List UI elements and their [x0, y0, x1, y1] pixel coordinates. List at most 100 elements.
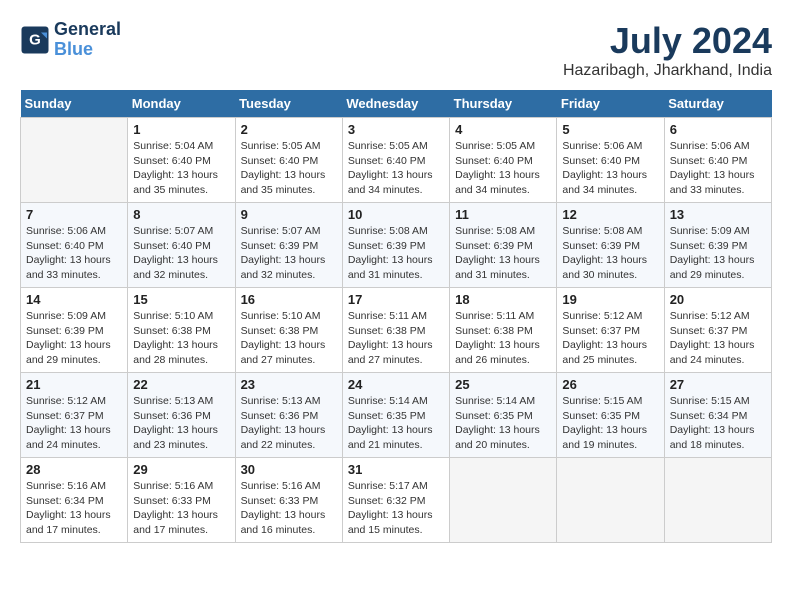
day-info: Sunrise: 5:07 AMSunset: 6:39 PMDaylight:…: [241, 224, 337, 283]
day-info: Sunrise: 5:16 AMSunset: 6:33 PMDaylight:…: [133, 479, 229, 538]
day-info: Sunrise: 5:11 AMSunset: 6:38 PMDaylight:…: [348, 309, 444, 368]
day-info: Sunrise: 5:07 AMSunset: 6:40 PMDaylight:…: [133, 224, 229, 283]
day-number: 24: [348, 377, 444, 392]
calendar-day-cell: 12 Sunrise: 5:08 AMSunset: 6:39 PMDayligh…: [557, 203, 664, 288]
day-number: 30: [241, 462, 337, 477]
day-number: 21: [26, 377, 122, 392]
weekday-header: Sunday: [21, 90, 128, 118]
calendar-day-cell: 23 Sunrise: 5:13 AMSunset: 6:36 PMDayligh…: [235, 373, 342, 458]
calendar-day-cell: 9Sunrise: 5:07 AMSunset: 6:39 PMDaylight…: [235, 203, 342, 288]
calendar-day-cell: 28Sunrise: 5:16 AMSunset: 6:34 PMDayligh…: [21, 458, 128, 543]
day-info: Sunrise: 5:12 AMSunset: 6:37 PMDaylight:…: [26, 394, 122, 453]
day-info: Sunrise: 5:14 AMSunset: 6:35 PMDaylight:…: [348, 394, 444, 453]
day-number: 7: [26, 207, 122, 222]
day-info: Sunrise: 5:13 AMSunset: 6:36 PMDaylight:…: [241, 394, 337, 453]
day-number: 2: [241, 122, 337, 137]
day-number: 10: [348, 207, 444, 222]
calendar-day-cell: 10Sunrise: 5:08 AMSunset: 6:39 PMDayligh…: [342, 203, 449, 288]
calendar-day-cell: 27 Sunrise: 5:15 AMSunset: 6:34 PMDayligh…: [664, 373, 771, 458]
day-info: Sunrise: 5:05 AMSunset: 6:40 PMDaylight:…: [455, 139, 551, 198]
calendar-day-cell: 26 Sunrise: 5:15 AMSunset: 6:35 PMDayligh…: [557, 373, 664, 458]
day-number: 17: [348, 292, 444, 307]
day-number: 22: [133, 377, 229, 392]
day-number: 15: [133, 292, 229, 307]
weekday-header: Tuesday: [235, 90, 342, 118]
calendar-day-cell: 3 Sunrise: 5:05 AMSunset: 6:40 PMDaylight…: [342, 118, 449, 203]
day-number: 5: [562, 122, 658, 137]
day-info: Sunrise: 5:15 AMSunset: 6:35 PMDaylight:…: [562, 394, 658, 453]
logo-text: General Blue: [54, 20, 121, 60]
calendar-day-cell: 17 Sunrise: 5:11 AMSunset: 6:38 PMDayligh…: [342, 288, 449, 373]
calendar-day-cell: 24 Sunrise: 5:14 AMSunset: 6:35 PMDayligh…: [342, 373, 449, 458]
day-number: 31: [348, 462, 444, 477]
day-number: 20: [670, 292, 766, 307]
day-info: Sunrise: 5:09 AMSunset: 6:39 PMDaylight:…: [26, 309, 122, 368]
day-number: 23: [241, 377, 337, 392]
calendar-day-cell: 31 Sunrise: 5:17 AMSunset: 6:32 PMDayligh…: [342, 458, 449, 543]
calendar-day-cell: 19 Sunrise: 5:12 AMSunset: 6:37 PMDayligh…: [557, 288, 664, 373]
day-number: 14: [26, 292, 122, 307]
weekday-header: Thursday: [450, 90, 557, 118]
day-info: Sunrise: 5:11 AMSunset: 6:38 PMDaylight:…: [455, 309, 551, 368]
day-info: Sunrise: 5:06 AMSunset: 6:40 PMDaylight:…: [562, 139, 658, 198]
day-number: 12: [562, 207, 658, 222]
day-info: Sunrise: 5:08 AMSunset: 6:39 PMDaylight:…: [562, 224, 658, 283]
calendar-day-cell: 18 Sunrise: 5:11 AMSunset: 6:38 PMDayligh…: [450, 288, 557, 373]
month-title: July 2024: [563, 20, 772, 62]
calendar-day-cell: 2 Sunrise: 5:05 AMSunset: 6:40 PMDaylight…: [235, 118, 342, 203]
day-info: Sunrise: 5:12 AMSunset: 6:37 PMDaylight:…: [562, 309, 658, 368]
calendar-day-cell: 11 Sunrise: 5:08 AMSunset: 6:39 PMDayligh…: [450, 203, 557, 288]
day-info: Sunrise: 5:08 AMSunset: 6:39 PMDaylight:…: [455, 224, 551, 283]
calendar-day-cell: 29 Sunrise: 5:16 AMSunset: 6:33 PMDayligh…: [128, 458, 235, 543]
calendar-day-cell: 13Sunrise: 5:09 AMSunset: 6:39 PMDayligh…: [664, 203, 771, 288]
calendar-week-row: 28Sunrise: 5:16 AMSunset: 6:34 PMDayligh…: [21, 458, 772, 543]
weekday-header: Friday: [557, 90, 664, 118]
logo-icon: G: [20, 25, 50, 55]
day-info: Sunrise: 5:12 AMSunset: 6:37 PMDaylight:…: [670, 309, 766, 368]
weekday-header: Saturday: [664, 90, 771, 118]
logo: G General Blue: [20, 20, 121, 60]
calendar-day-cell: 20 Sunrise: 5:12 AMSunset: 6:37 PMDayligh…: [664, 288, 771, 373]
location-subtitle: Hazaribagh, Jharkhand, India: [563, 62, 772, 80]
day-info: Sunrise: 5:14 AMSunset: 6:35 PMDaylight:…: [455, 394, 551, 453]
calendar-day-cell: 8Sunrise: 5:07 AMSunset: 6:40 PMDaylight…: [128, 203, 235, 288]
day-info: Sunrise: 5:10 AMSunset: 6:38 PMDaylight:…: [133, 309, 229, 368]
day-number: 27: [670, 377, 766, 392]
day-info: Sunrise: 5:16 AMSunset: 6:34 PMDaylight:…: [26, 479, 122, 538]
day-number: 19: [562, 292, 658, 307]
calendar-week-row: 14 Sunrise: 5:09 AMSunset: 6:39 PMDayligh…: [21, 288, 772, 373]
calendar-day-cell: [664, 458, 771, 543]
day-info: Sunrise: 5:13 AMSunset: 6:36 PMDaylight:…: [133, 394, 229, 453]
day-info: Sunrise: 5:17 AMSunset: 6:32 PMDaylight:…: [348, 479, 444, 538]
title-block: July 2024 Hazaribagh, Jharkhand, India: [563, 20, 772, 80]
calendar-day-cell: 7Sunrise: 5:06 AMSunset: 6:40 PMDaylight…: [21, 203, 128, 288]
logo-line1: General: [54, 20, 121, 40]
calendar-week-row: 1Sunrise: 5:04 AMSunset: 6:40 PMDaylight…: [21, 118, 772, 203]
calendar-day-cell: [450, 458, 557, 543]
calendar-day-cell: 21 Sunrise: 5:12 AMSunset: 6:37 PMDayligh…: [21, 373, 128, 458]
day-number: 1: [133, 122, 229, 137]
day-info: Sunrise: 5:06 AMSunset: 6:40 PMDaylight:…: [670, 139, 766, 198]
calendar-day-cell: 6Sunrise: 5:06 AMSunset: 6:40 PMDaylight…: [664, 118, 771, 203]
day-info: Sunrise: 5:05 AMSunset: 6:40 PMDaylight:…: [348, 139, 444, 198]
calendar-day-cell: 5 Sunrise: 5:06 AMSunset: 6:40 PMDaylight…: [557, 118, 664, 203]
calendar-day-cell: [21, 118, 128, 203]
calendar-table: SundayMondayTuesdayWednesdayThursdayFrid…: [20, 90, 772, 543]
day-info: Sunrise: 5:10 AMSunset: 6:38 PMDaylight:…: [241, 309, 337, 368]
day-info: Sunrise: 5:05 AMSunset: 6:40 PMDaylight:…: [241, 139, 337, 198]
day-number: 11: [455, 207, 551, 222]
calendar-day-cell: 30Sunrise: 5:16 AMSunset: 6:33 PMDayligh…: [235, 458, 342, 543]
calendar-day-cell: 4 Sunrise: 5:05 AMSunset: 6:40 PMDaylight…: [450, 118, 557, 203]
calendar-day-cell: 16 Sunrise: 5:10 AMSunset: 6:38 PMDayligh…: [235, 288, 342, 373]
day-info: Sunrise: 5:15 AMSunset: 6:34 PMDaylight:…: [670, 394, 766, 453]
day-number: 16: [241, 292, 337, 307]
day-number: 3: [348, 122, 444, 137]
calendar-day-cell: 22 Sunrise: 5:13 AMSunset: 6:36 PMDayligh…: [128, 373, 235, 458]
day-number: 29: [133, 462, 229, 477]
weekday-header: Wednesday: [342, 90, 449, 118]
day-number: 18: [455, 292, 551, 307]
day-number: 4: [455, 122, 551, 137]
calendar-week-row: 21 Sunrise: 5:12 AMSunset: 6:37 PMDayligh…: [21, 373, 772, 458]
day-number: 26: [562, 377, 658, 392]
svg-text:G: G: [29, 31, 41, 48]
